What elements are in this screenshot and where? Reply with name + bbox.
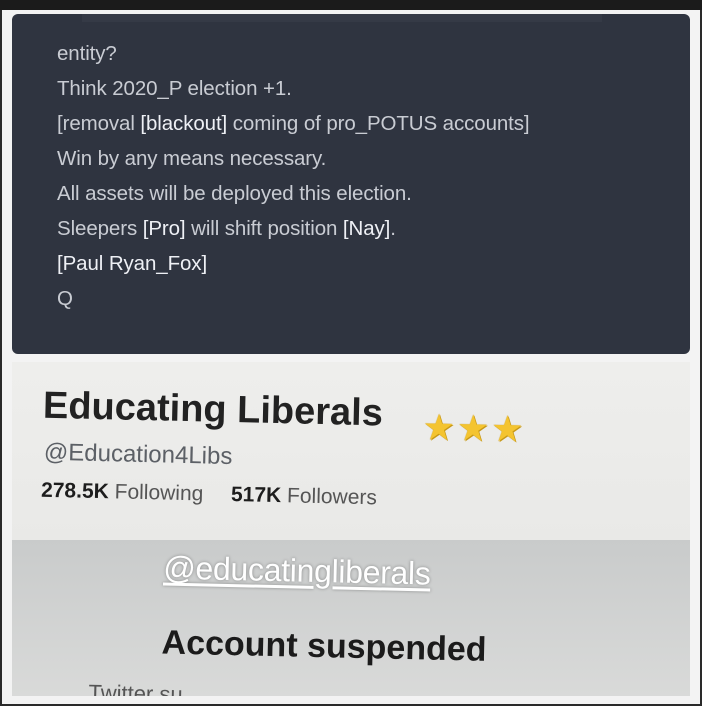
followers-label[interactable]: Followers xyxy=(287,484,377,509)
post-text-fragment: Q xyxy=(57,287,73,310)
star-emojis: ★★★ xyxy=(422,406,526,450)
post-line: All assets will be deployed this electio… xyxy=(57,176,530,211)
post-text-fragment: Sleepers xyxy=(57,217,143,240)
post-line: entity? xyxy=(57,36,530,71)
profile-content: Educating Liberals ★★★ @Education4Libs 2… xyxy=(12,362,690,696)
post-text-fragment: Think 2020_P election +1. xyxy=(57,77,292,100)
post-line: Think 2020_P election +1. xyxy=(57,71,530,106)
profile-handle: @Education4Libs xyxy=(43,438,233,471)
profile-stats: 278.5K Following 517K Followers xyxy=(41,479,377,511)
post-text-fragment: Win by any means necessary. xyxy=(57,147,327,170)
post-line: [removal [blackout] coming of pro_POTUS … xyxy=(57,106,530,141)
bracket-highlight: [Paul Ryan_Fox] xyxy=(57,252,208,275)
post-text-fragment: will shift position xyxy=(185,217,343,240)
cropped-text-line xyxy=(82,14,602,22)
post-text: entity? Think 2020_P election +1. [removal… xyxy=(57,36,530,316)
star-icon: ★ xyxy=(490,407,524,450)
star-icon: ★ xyxy=(456,407,490,449)
followers-count: 517K xyxy=(230,483,282,508)
profile-photo-panel: Educating Liberals ★★★ @Education4Libs 2… xyxy=(12,362,690,696)
account-suspended-title: Account suspended xyxy=(161,623,487,669)
post-line: Sleepers [Pro] will shift position [Nay]… xyxy=(57,211,530,246)
cropped-notice-text: Twitter su xyxy=(88,679,183,696)
post-text-fragment: entity? xyxy=(57,42,117,65)
bracket-highlight: [blackout] xyxy=(140,112,228,135)
following-label[interactable]: Following xyxy=(114,480,203,505)
bracket-highlight: [Pro] xyxy=(142,217,186,240)
top-strip xyxy=(0,0,702,10)
post-text-fragment: All assets will be deployed this electio… xyxy=(57,182,412,205)
overlay-username-tag[interactable]: @educatingliberals xyxy=(163,549,431,592)
post-text-fragment: coming of pro_POTUS accounts] xyxy=(227,112,530,135)
post-text-fragment: . xyxy=(390,217,396,240)
following-count: 278.5K xyxy=(40,478,110,504)
star-icon: ★ xyxy=(422,406,456,449)
post-panel: entity? Think 2020_P election +1. [removal… xyxy=(12,14,690,354)
post-line: Win by any means necessary. xyxy=(57,141,530,176)
post-line: [Paul Ryan_Fox] xyxy=(57,246,530,281)
post-line: Q xyxy=(57,281,530,316)
post-text-fragment: [removal xyxy=(57,112,141,135)
bracket-highlight: [Nay] xyxy=(342,217,391,240)
profile-display-name: Educating Liberals xyxy=(42,384,384,435)
